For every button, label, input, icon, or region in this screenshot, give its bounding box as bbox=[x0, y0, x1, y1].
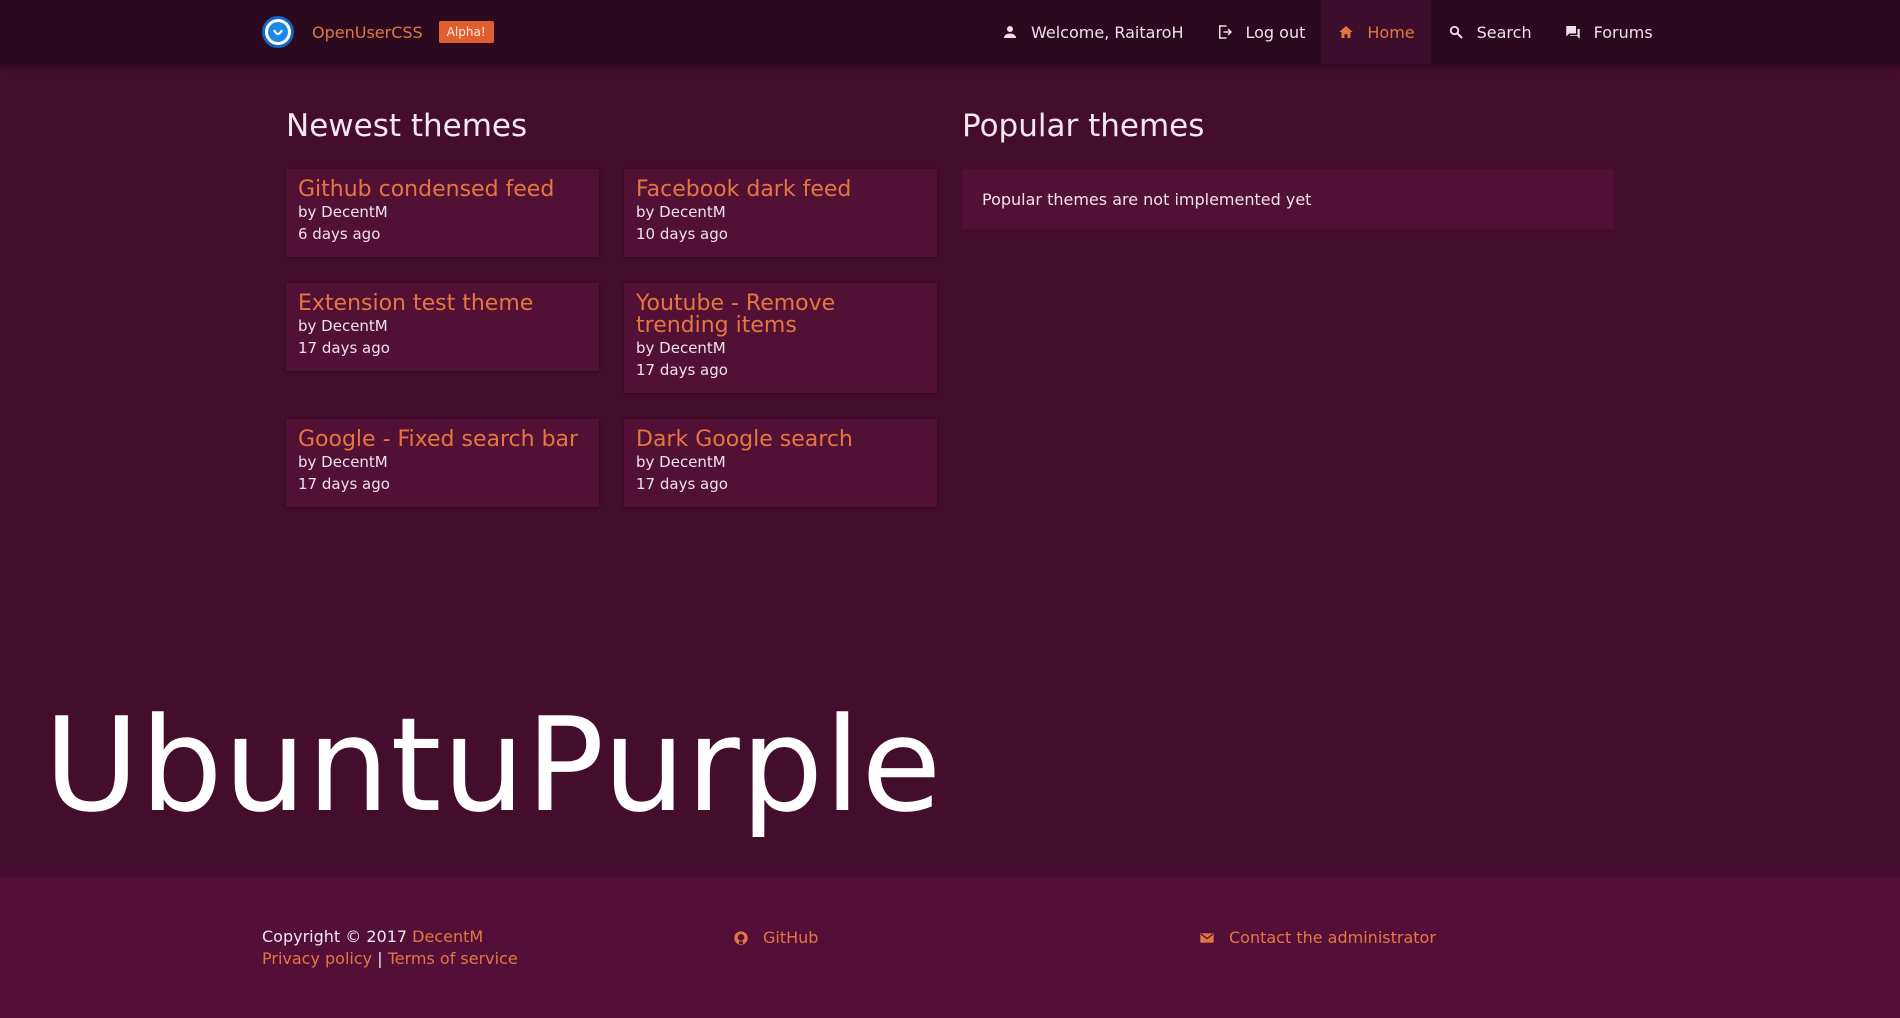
popular-themes-heading: Popular themes bbox=[962, 108, 1205, 144]
newest-themes-heading: Newest themes bbox=[286, 108, 528, 144]
theme-author: by DecentM bbox=[636, 203, 726, 221]
theme-date: 17 days ago bbox=[298, 339, 390, 357]
theme-title-link[interactable]: Facebook dark feed bbox=[636, 179, 925, 201]
theme-author: by DecentM bbox=[636, 453, 726, 471]
theme-card[interactable]: Facebook dark feed by DecentM 10 days ag… bbox=[624, 169, 937, 257]
theme-title-link[interactable]: Dark Google search bbox=[636, 429, 925, 451]
theme-card[interactable]: Google - Fixed search bar by DecentM 17 … bbox=[286, 419, 599, 507]
nav-menu: Welcome, RaitaroH Log out Home Search Fo… bbox=[985, 0, 1669, 64]
theme-date: 17 days ago bbox=[636, 361, 728, 379]
theme-title-link[interactable]: Youtube - Remove trending items bbox=[636, 293, 925, 337]
theme-name-watermark: UbuntuPurple bbox=[44, 689, 943, 841]
footer-separator: | bbox=[377, 949, 383, 968]
github-label: GitHub bbox=[763, 928, 819, 947]
popular-themes-notice: Popular themes are not implemented yet bbox=[962, 169, 1614, 229]
theme-date: 10 days ago bbox=[636, 225, 728, 243]
footer-copyright-block: Copyright © 2017 DecentM Privacy policy … bbox=[262, 926, 518, 970]
theme-title-link[interactable]: Google - Fixed search bar bbox=[298, 429, 587, 451]
nav-forums-label: Forums bbox=[1593, 22, 1653, 42]
github-link[interactable]: GitHub bbox=[733, 927, 818, 949]
contact-admin-link[interactable]: Contact the administrator bbox=[1199, 927, 1436, 949]
author-link[interactable]: DecentM bbox=[412, 927, 483, 946]
theme-title-link[interactable]: Extension test theme bbox=[298, 293, 587, 315]
contact-label: Contact the administrator bbox=[1229, 928, 1436, 947]
nav-welcome-label: Welcome, RaitaroH bbox=[1031, 22, 1184, 42]
brand[interactable]: OpenUserCSS Alpha! bbox=[262, 13, 494, 51]
nav-forums[interactable]: Forums bbox=[1548, 0, 1669, 64]
theme-card[interactable]: Extension test theme by DecentM 17 days … bbox=[286, 283, 599, 371]
home-icon bbox=[1337, 23, 1355, 41]
footer: Copyright © 2017 DecentM Privacy policy … bbox=[0, 877, 1900, 1018]
nav-search[interactable]: Search bbox=[1431, 0, 1548, 64]
top-navbar: OpenUserCSS Alpha! Welcome, RaitaroH Log… bbox=[0, 0, 1900, 64]
email-icon bbox=[1199, 930, 1215, 946]
alpha-badge: Alpha! bbox=[438, 21, 494, 43]
nav-home-label: Home bbox=[1367, 22, 1415, 42]
nav-logout-label: Log out bbox=[1245, 22, 1306, 42]
theme-author: by DecentM bbox=[298, 203, 388, 221]
search-icon bbox=[1447, 23, 1465, 41]
forum-icon bbox=[1564, 23, 1582, 41]
nav-welcome[interactable]: Welcome, RaitaroH bbox=[985, 0, 1200, 64]
copyright-text: Copyright © 2017 bbox=[262, 927, 408, 946]
nav-logout[interactable]: Log out bbox=[1200, 0, 1322, 64]
theme-card[interactable]: Github condensed feed by DecentM 6 days … bbox=[286, 169, 599, 257]
theme-title-link[interactable]: Github condensed feed bbox=[298, 179, 587, 201]
theme-author: by DecentM bbox=[636, 339, 726, 357]
theme-date: 6 days ago bbox=[298, 225, 381, 243]
theme-date: 17 days ago bbox=[298, 475, 390, 493]
theme-card[interactable]: Youtube - Remove trending items by Decen… bbox=[624, 283, 937, 393]
theme-card[interactable]: Dark Google search by DecentM 17 days ag… bbox=[624, 419, 937, 507]
github-icon bbox=[733, 930, 749, 946]
logo-inner-icon bbox=[268, 22, 288, 42]
nav-home[interactable]: Home bbox=[1321, 0, 1431, 64]
user-icon bbox=[1001, 23, 1019, 41]
theme-date: 17 days ago bbox=[636, 475, 728, 493]
privacy-policy-link[interactable]: Privacy policy bbox=[262, 949, 372, 968]
nav-search-label: Search bbox=[1476, 22, 1532, 42]
theme-author: by DecentM bbox=[298, 317, 388, 335]
logout-icon bbox=[1216, 23, 1234, 41]
theme-author: by DecentM bbox=[298, 453, 388, 471]
popular-themes-message: Popular themes are not implemented yet bbox=[982, 189, 1312, 209]
openusercss-logo[interactable] bbox=[262, 16, 294, 48]
terms-of-service-link[interactable]: Terms of service bbox=[388, 949, 518, 968]
brand-name[interactable]: OpenUserCSS bbox=[312, 23, 423, 42]
